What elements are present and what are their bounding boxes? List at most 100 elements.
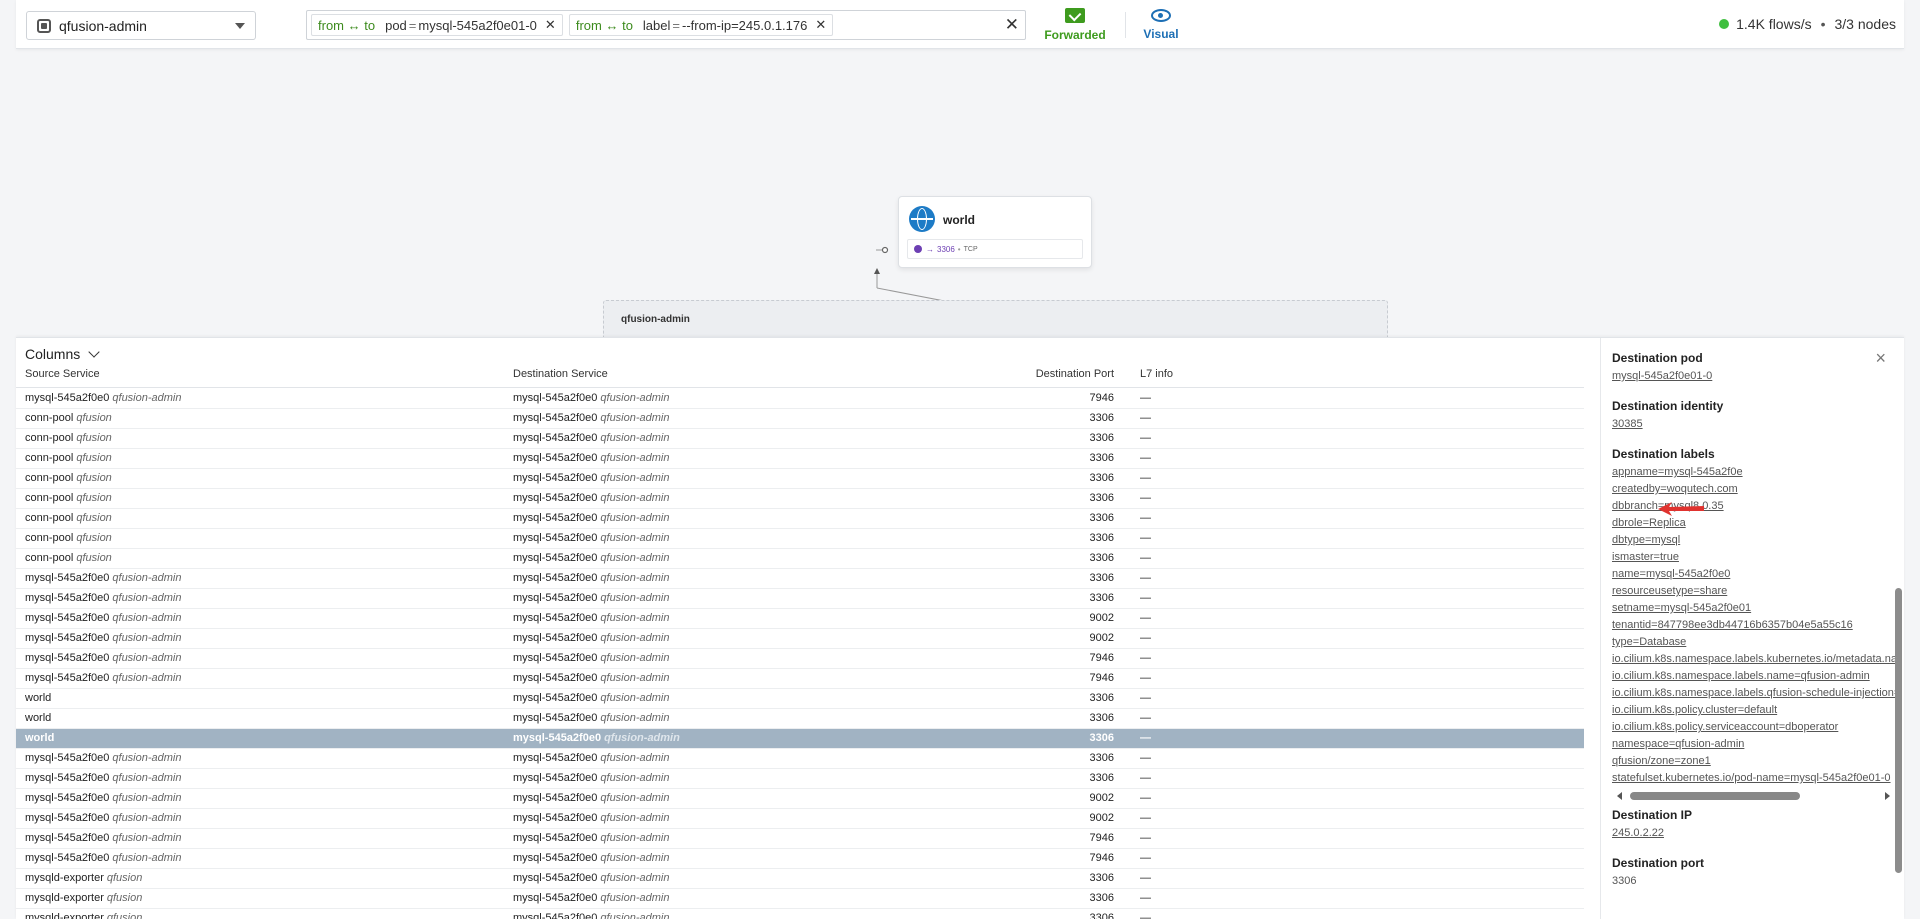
- filter-direction[interactable]: from ↔ to: [576, 18, 633, 33]
- destination-service: mysql-545a2f0e0 qfusion-admin: [513, 709, 669, 728]
- table-row[interactable]: world mysql-545a2f0e0 qfusion-admin 3306 —: [16, 709, 1584, 729]
- dest-port-section: Destination port 3306: [1612, 856, 1895, 890]
- dest-label-link[interactable]: io.cilium.k8s.policy.serviceaccount=dbop…: [1612, 719, 1895, 736]
- scroll-right-icon[interactable]: [1885, 792, 1890, 800]
- table-row[interactable]: mysql-545a2f0e0 qfusion-admin mysql-545a2f…: [16, 849, 1584, 869]
- scroll-left-icon[interactable]: [1617, 792, 1622, 800]
- table-row[interactable]: mysqld-exporter qfusion mysql-545a2f0e0 qfu…: [16, 869, 1584, 889]
- table-row[interactable]: conn-pool qfusion mysql-545a2f0e0 qfusion-a…: [16, 469, 1584, 489]
- table-row[interactable]: conn-pool qfusion mysql-545a2f0e0 qfusion-a…: [16, 549, 1584, 569]
- dest-label-link[interactable]: dbtype=mysql: [1612, 532, 1895, 549]
- dest-label-link[interactable]: ismaster=true: [1612, 549, 1895, 566]
- service-map-edges: [874, 246, 1106, 333]
- forwarded-button[interactable]: Forwarded: [1040, 8, 1110, 44]
- source-service: mysql-545a2f0e0 qfusion-admin: [25, 829, 181, 848]
- table-row[interactable]: mysql-545a2f0e0 qfusion-admin mysql-545a2f…: [16, 609, 1584, 629]
- clear-filters-icon[interactable]: ✕: [1005, 15, 1019, 35]
- destination-name: mysql-545a2f0e0: [513, 752, 598, 764]
- source-name: conn-pool: [25, 432, 74, 444]
- table-row[interactable]: mysqld-exporter qfusion mysql-545a2f0e0 qfu…: [16, 909, 1584, 919]
- table-row[interactable]: mysql-545a2f0e0 qfusion-admin mysql-545a2f…: [16, 769, 1584, 789]
- table-row[interactable]: mysql-545a2f0e0 qfusion-admin mysql-545a2f…: [16, 589, 1584, 609]
- world-node-title: world: [943, 213, 975, 227]
- dest-identity-link[interactable]: 30385: [1612, 416, 1895, 433]
- table-row[interactable]: mysql-545a2f0e0 qfusion-admin mysql-545a2f…: [16, 629, 1584, 649]
- table-row[interactable]: conn-pool qfusion mysql-545a2f0e0 qfusion-a…: [16, 489, 1584, 509]
- destination-service: mysql-545a2f0e0 qfusion-admin: [513, 409, 669, 428]
- dest-label-link[interactable]: dbbranch=mysql8.0.35: [1612, 498, 1895, 515]
- table-row[interactable]: conn-pool qfusion mysql-545a2f0e0 qfusion-a…: [16, 449, 1584, 469]
- dest-label-link[interactable]: dbrole=Replica: [1612, 515, 1895, 532]
- dest-label-link[interactable]: tenantid=847798ee3db44716b6357b04e5a55c1…: [1612, 617, 1895, 634]
- filter-chip-label[interactable]: from ↔ to label = --from-ip=245.0.1.176 …: [568, 14, 834, 36]
- remove-filter-icon[interactable]: ✕: [815, 17, 826, 33]
- filter-chip-pod[interactable]: from ↔ to pod = mysql-545a2f0e01-0 ✕: [311, 14, 563, 36]
- dest-label-link[interactable]: qfusion/zone=zone1: [1612, 753, 1895, 770]
- service-map[interactable]: world → 3306 • TCP qfusion-admin: [0, 50, 1920, 340]
- table-row[interactable]: mysql-545a2f0e0 qfusion-admin mysql-545a2f…: [16, 809, 1584, 829]
- namespace-select[interactable]: qfusion-admin: [26, 11, 256, 40]
- destination-port: 9002: [1089, 812, 1114, 824]
- labels-horizontal-scrollbar[interactable]: [1612, 790, 1895, 802]
- destination-port: 3306: [1089, 592, 1114, 604]
- destination-name: mysql-545a2f0e0: [513, 832, 598, 844]
- dest-label-link[interactable]: io.cilium.k8s.policy.cluster=default: [1612, 702, 1895, 719]
- dest-label-link[interactable]: appname=mysql-545a2f0e: [1612, 464, 1895, 481]
- dest-label-link[interactable]: resourceusetype=share: [1612, 583, 1895, 600]
- table-row[interactable]: mysql-545a2f0e0 qfusion-admin mysql-545a2f…: [16, 389, 1584, 409]
- dest-label-link[interactable]: io.cilium.k8s.namespace.labels.kubernete…: [1612, 651, 1895, 668]
- table-row[interactable]: world mysql-545a2f0e0 qfusion-admin 3306 —: [16, 729, 1584, 749]
- destination-name: mysql-545a2f0e0: [513, 872, 598, 884]
- table-row[interactable]: mysql-545a2f0e0 qfusion-admin mysql-545a2f…: [16, 789, 1584, 809]
- destination-namespace: qfusion-admin: [600, 672, 670, 684]
- filter-bar[interactable]: from ↔ to pod = mysql-545a2f0e01-0 ✕ fro…: [306, 10, 1026, 40]
- scrollbar-thumb[interactable]: [1630, 792, 1800, 800]
- header-destination-port[interactable]: Destination Port: [916, 368, 1114, 380]
- header-destination-service[interactable]: Destination Service: [513, 368, 608, 380]
- dest-label-link[interactable]: name=mysql-545a2f0e0: [1612, 566, 1895, 583]
- destination-service: mysql-545a2f0e0 qfusion-admin: [513, 429, 669, 448]
- destination-service: mysql-545a2f0e0 qfusion-admin: [513, 689, 669, 708]
- destination-service: mysql-545a2f0e0 qfusion-admin: [513, 909, 669, 919]
- dest-label-link[interactable]: statefulset.kubernetes.io/pod-name=mysql…: [1612, 770, 1895, 787]
- table-row[interactable]: world mysql-545a2f0e0 qfusion-admin 3306 —: [16, 689, 1584, 709]
- header-l7-info[interactable]: L7 info: [1140, 368, 1173, 380]
- world-node-card[interactable]: world → 3306 • TCP: [898, 196, 1092, 268]
- remove-filter-icon[interactable]: ✕: [545, 17, 556, 33]
- table-row[interactable]: mysql-545a2f0e0 qfusion-admin mysql-545a2f…: [16, 649, 1584, 669]
- columns-button[interactable]: Columns: [25, 346, 100, 362]
- table-row[interactable]: conn-pool qfusion mysql-545a2f0e0 qfusion-a…: [16, 409, 1584, 429]
- destination-name: mysql-545a2f0e0: [513, 432, 598, 444]
- dest-label-link[interactable]: type=Database: [1612, 634, 1895, 651]
- header-source-service[interactable]: Source Service: [25, 368, 100, 380]
- destination-namespace: qfusion-admin: [600, 572, 670, 584]
- table-row[interactable]: conn-pool qfusion mysql-545a2f0e0 qfusion-a…: [16, 429, 1584, 449]
- dest-label-link[interactable]: setname=mysql-545a2f0e01: [1612, 600, 1895, 617]
- destination-name: mysql-545a2f0e0: [513, 672, 598, 684]
- source-name: conn-pool: [25, 552, 74, 564]
- table-row[interactable]: mysql-545a2f0e0 qfusion-admin mysql-545a2f…: [16, 749, 1584, 769]
- source-service: mysql-545a2f0e0 qfusion-admin: [25, 389, 181, 408]
- source-name: conn-pool: [25, 532, 74, 544]
- dest-label-link[interactable]: createdby=woqutech.com: [1612, 481, 1895, 498]
- table-row[interactable]: mysql-545a2f0e0 qfusion-admin mysql-545a2f…: [16, 829, 1584, 849]
- table-row[interactable]: conn-pool qfusion mysql-545a2f0e0 qfusion-a…: [16, 529, 1584, 549]
- dest-label-link[interactable]: io.cilium.k8s.namespace.labels.name=qfus…: [1612, 668, 1895, 685]
- table-row[interactable]: mysql-545a2f0e0 qfusion-admin mysql-545a2f…: [16, 669, 1584, 689]
- dest-pod-link[interactable]: mysql-545a2f0e01-0: [1612, 368, 1895, 385]
- l7-info: —: [1140, 712, 1151, 724]
- table-row[interactable]: mysql-545a2f0e0 qfusion-admin mysql-545a2f…: [16, 569, 1584, 589]
- status-indicator: 1.4K flows/s • 3/3 nodes: [1719, 16, 1896, 32]
- filter-direction[interactable]: from ↔ to: [318, 18, 375, 33]
- sidebar-vertical-scrollbar[interactable]: [1895, 588, 1902, 873]
- dest-label-link[interactable]: namespace=qfusion-admin: [1612, 736, 1895, 753]
- table-row[interactable]: mysqld-exporter qfusion mysql-545a2f0e0 qfu…: [16, 889, 1584, 909]
- dest-ip-link[interactable]: 245.0.2.22: [1612, 825, 1895, 842]
- source-name: mysql-545a2f0e0: [25, 812, 110, 824]
- destination-name: mysql-545a2f0e0: [513, 412, 598, 424]
- l7-info: —: [1140, 912, 1151, 919]
- destination-port: 3306: [1089, 712, 1114, 724]
- dest-label-link[interactable]: io.cilium.k8s.namespace.labels.qfusion-s…: [1612, 685, 1895, 702]
- table-row[interactable]: conn-pool qfusion mysql-545a2f0e0 qfusion-a…: [16, 509, 1584, 529]
- visual-button[interactable]: Visual: [1126, 8, 1196, 44]
